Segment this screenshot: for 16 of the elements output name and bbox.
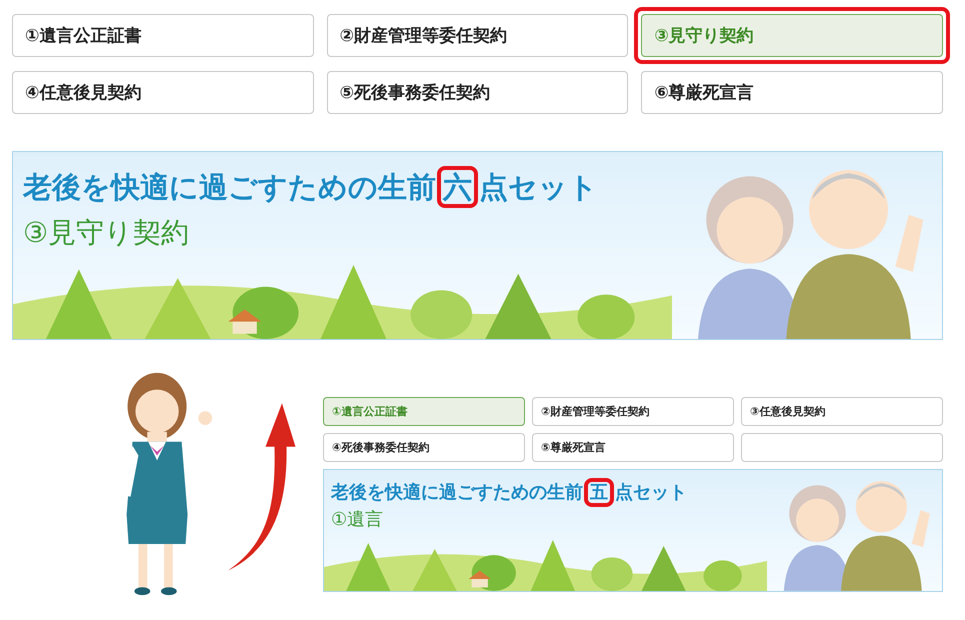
banner-subtitle: ①遺言 [330, 508, 384, 531]
empty-tab[interactable] [741, 433, 943, 462]
tab[interactable]: ③任意後見契約 [741, 397, 943, 426]
tab[interactable]: ③見守り契約 [641, 14, 943, 57]
banner-title: 老後を快適に過ごすための生前 五 点セット [324, 470, 767, 504]
tab[interactable]: ④死後事務委任契約 [323, 433, 525, 462]
tab[interactable]: ①遺言公正証書 [323, 397, 525, 426]
tab[interactable]: ②財産管理等委任契約 [326, 14, 628, 57]
tab[interactable]: ④任意後見契約 [12, 71, 314, 114]
tab[interactable]: ①遺言公正証書 [12, 14, 314, 57]
tab[interactable]: ⑤死後事務委任契約 [326, 71, 628, 114]
tab[interactable]: ②財産管理等委任契約 [532, 397, 734, 426]
tab[interactable]: ⑥尊厳死宣言 [641, 71, 943, 114]
tab[interactable]: ⑤尊厳死宣言 [532, 433, 734, 462]
banner-subtitle: ③見守り契約 [22, 215, 190, 251]
banner-title: 老後を快適に過ごすための生前 六 点セット [13, 152, 672, 208]
